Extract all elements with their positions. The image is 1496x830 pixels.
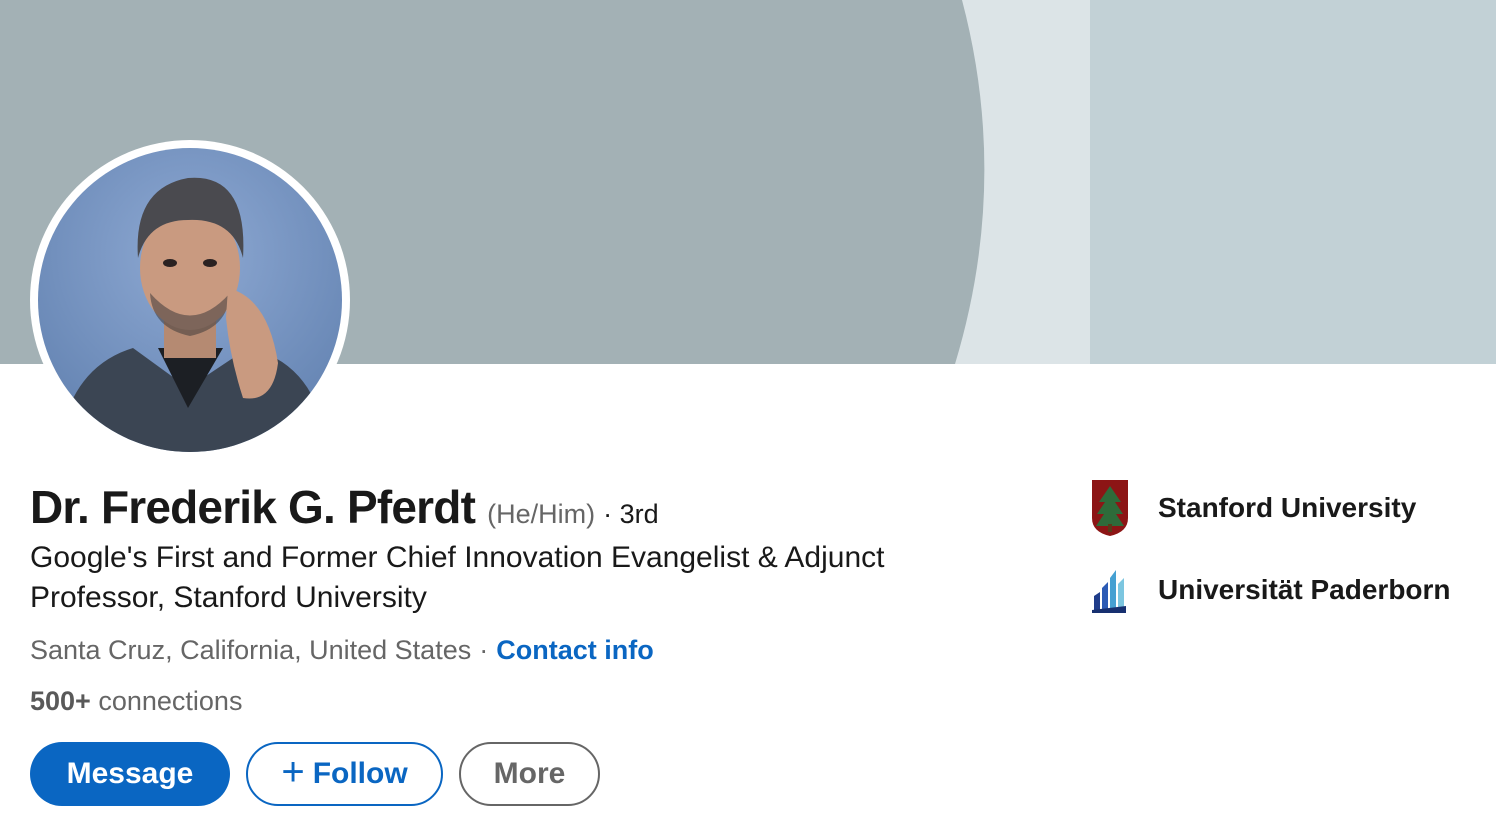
profile-headline: Google's First and Former Chief Innovati… xyxy=(30,541,885,614)
connections-count[interactable]: 500+ connections xyxy=(30,684,242,718)
connections-label: connections xyxy=(98,686,243,716)
more-button[interactable]: More xyxy=(459,742,600,806)
connections-number: 500+ xyxy=(30,686,91,716)
education-item-stanford[interactable]: Stanford University xyxy=(1090,480,1416,536)
message-button[interactable]: Message xyxy=(30,742,230,806)
follow-button[interactable]: + Follow xyxy=(246,742,443,806)
stanford-tree-logo-icon xyxy=(1090,480,1130,536)
connection-degree: · 3rd xyxy=(603,499,659,529)
profile-name: Dr. Frederik G. Pferdt xyxy=(30,481,476,533)
profile-location: Santa Cruz, California, United States xyxy=(30,635,472,665)
profile-photo-image xyxy=(38,148,342,452)
profile-pronouns: (He/Him) xyxy=(487,499,596,529)
location-separator: · xyxy=(479,635,489,665)
plus-icon: + xyxy=(281,750,305,794)
name-row: Dr. Frederik G. Pferdt (He/Him) · 3rd xyxy=(30,480,659,536)
paderborn-logo-icon xyxy=(1090,562,1130,618)
location-row: Santa Cruz, California, United States · Co… xyxy=(30,633,654,667)
education-item-paderborn[interactable]: Universität Paderborn xyxy=(1090,562,1451,618)
follow-label: Follow xyxy=(312,757,408,790)
contact-info-link[interactable]: Contact info xyxy=(496,635,653,665)
profile-photo[interactable] xyxy=(30,140,350,460)
education-name: Universität Paderborn xyxy=(1158,574,1451,605)
education-name: Stanford University xyxy=(1158,492,1417,523)
